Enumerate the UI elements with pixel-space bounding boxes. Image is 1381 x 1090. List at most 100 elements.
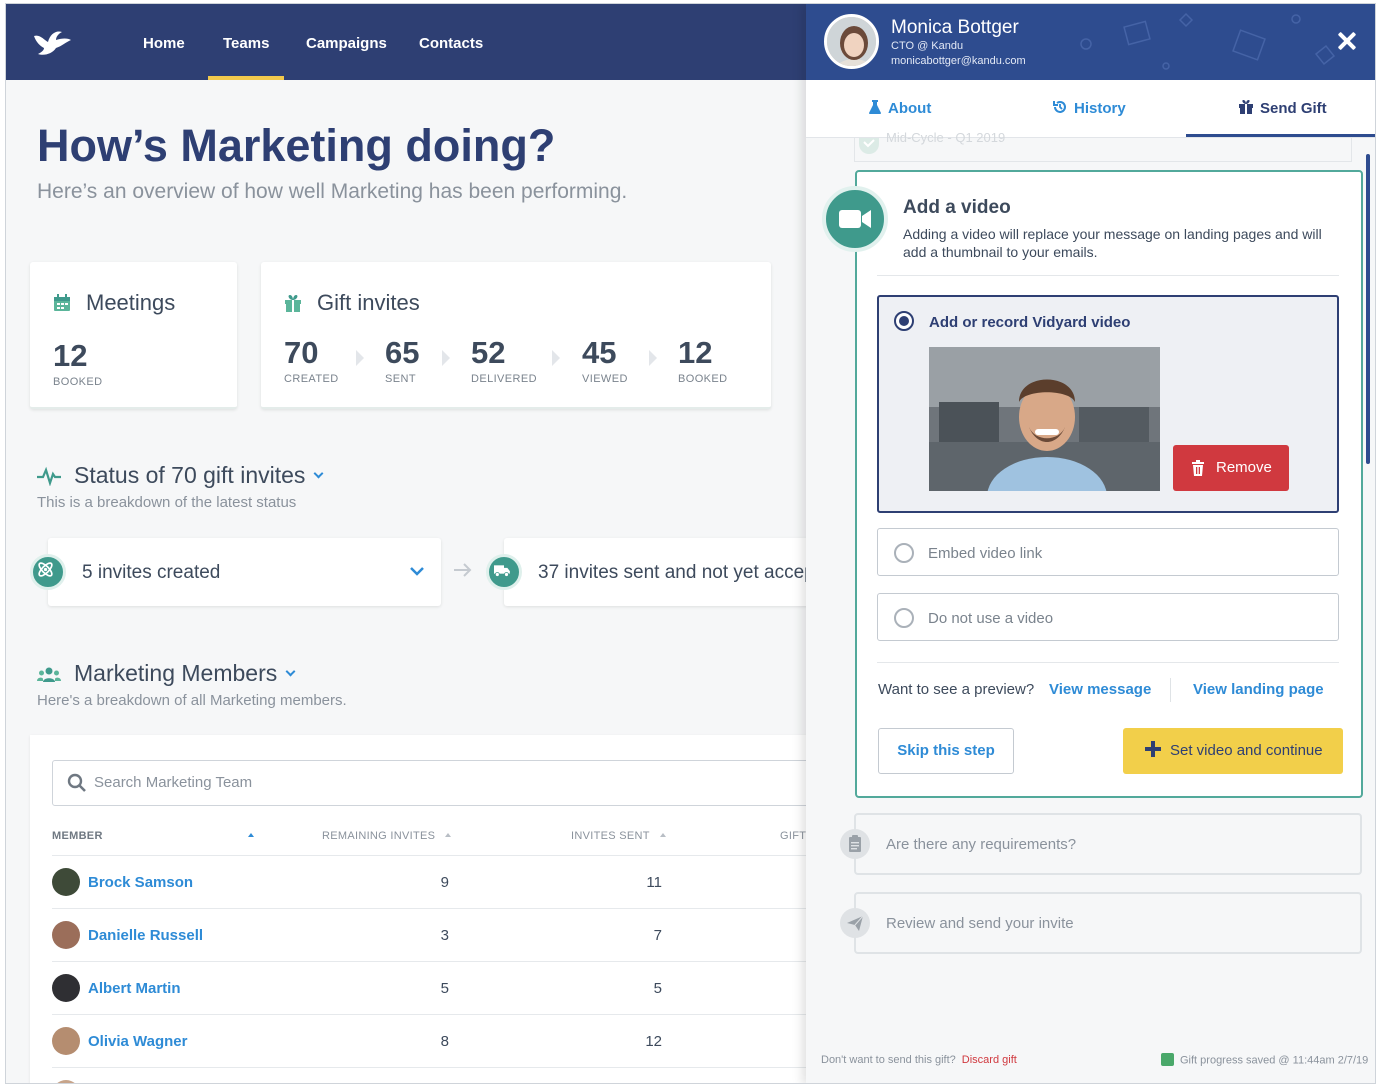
status-section-title[interactable]: Status of 70 gift invites: [74, 462, 324, 489]
gift-invites-card: Gift invites 70 CREATED 65 SENT 52 DELIV…: [261, 262, 771, 409]
row-divider: [52, 1067, 832, 1068]
chevron-right-icon: [552, 350, 560, 366]
chevron-down-icon[interactable]: [313, 468, 324, 479]
status-card-created-text: 5 invites created: [82, 562, 221, 583]
col-invites-sent[interactable]: INVITES SENT: [571, 830, 666, 842]
remove-button[interactable]: Remove: [1173, 445, 1289, 491]
row-divider: [52, 855, 832, 856]
nav-teams[interactable]: Teams: [207, 4, 285, 80]
view-message-link[interactable]: View message: [1049, 681, 1151, 698]
col-gift[interactable]: GIFT: [780, 830, 806, 842]
scrollbar[interactable]: [1366, 154, 1370, 464]
status-card-created[interactable]: 5 invites created: [48, 538, 441, 606]
paper-plane-icon: [840, 908, 870, 938]
metric-created-value: 70: [284, 335, 319, 370]
preview-question: Want to see a preview?: [878, 681, 1035, 698]
divider: [877, 275, 1339, 276]
col-member[interactable]: MEMBER: [52, 830, 254, 842]
metric-created-label: CREATED: [284, 373, 339, 385]
sort-icon[interactable]: [445, 833, 452, 837]
col-remaining-invites[interactable]: REMAINING INVITES: [322, 830, 452, 842]
meetings-card: Meetings 12 BOOKED: [30, 262, 237, 409]
users-icon: [37, 667, 61, 682]
contact-avatar: [824, 14, 879, 69]
step-requirements[interactable]: Are there any requirements?: [854, 813, 1362, 875]
view-landing-page-link[interactable]: View landing page: [1193, 681, 1324, 698]
drawer-header: Monica Bottger CTO @ Kandu monicabottger…: [806, 4, 1375, 80]
metric-sent: 65 SENT: [385, 335, 419, 385]
metric-delivered-label: DELIVERED: [471, 373, 537, 385]
member-name-link[interactable]: Olivia Wagner: [88, 1033, 187, 1050]
tab-history[interactable]: History: [1052, 80, 1126, 138]
gift-invites-title: Gift invites: [317, 290, 420, 315]
discard-prompt: Don't want to send this gift? Discard gif…: [821, 1054, 1017, 1066]
page-subtitle: Here’s an overview of how well Marketing…: [37, 180, 628, 203]
radio-vidyard-video[interactable]: [894, 311, 914, 331]
app-window: Home Teams Campaigns Contacts How’s Mark…: [5, 3, 1376, 1084]
chevron-right-icon: [442, 350, 450, 366]
discard-gift-link[interactable]: Discard gift: [962, 1054, 1017, 1066]
step-title: Add a video: [903, 197, 1011, 218]
truck-icon: [486, 554, 522, 590]
nav-home[interactable]: Home: [143, 4, 185, 80]
metric-viewed-value: 45: [582, 335, 617, 370]
video-thumbnail[interactable]: [929, 347, 1160, 491]
gift-icon: [1239, 100, 1253, 115]
close-icon[interactable]: [1336, 30, 1358, 52]
divider: [1170, 678, 1171, 702]
metric-delivered: 52 DELIVERED: [471, 335, 537, 385]
step-review-send-label: Review and send your invite: [886, 915, 1074, 932]
member-name-link[interactable]: Albert Martin: [88, 980, 181, 997]
remaining-invites-value: 3: [440, 927, 449, 944]
member-name-link[interactable]: Danielle Russell: [88, 927, 203, 944]
meetings-value: 12: [53, 338, 88, 373]
clipboard-icon: [840, 829, 870, 859]
remaining-invites-value: 8: [440, 1033, 449, 1050]
plus-icon: [1145, 741, 1161, 757]
chevron-right-icon: [356, 350, 364, 366]
step-review-send[interactable]: Review and send your invite: [854, 892, 1362, 954]
calendar-icon: [54, 294, 70, 311]
radio-no-video[interactable]: [894, 608, 914, 628]
metric-booked-label: BOOKED: [678, 373, 728, 385]
radio-embed-link[interactable]: [894, 543, 914, 563]
bird-logo-icon[interactable]: [32, 28, 72, 58]
meetings-label: BOOKED: [53, 376, 103, 388]
remaining-invites-value: 9: [440, 874, 449, 891]
members-section-title[interactable]: Marketing Members: [74, 660, 296, 687]
nav-campaigns[interactable]: Campaigns: [306, 4, 387, 80]
atom-icon: [30, 554, 66, 590]
chevron-down-icon[interactable]: [285, 666, 296, 677]
contact-name: Monica Bottger: [891, 17, 1019, 38]
metric-delivered-value: 52: [471, 335, 506, 370]
tab-history-label: History: [1074, 100, 1126, 117]
row-divider: [52, 961, 832, 962]
check-icon: [859, 138, 879, 154]
sort-icon[interactable]: [659, 833, 666, 837]
invites-sent-value: 12: [645, 1033, 662, 1050]
chevron-right-icon: [649, 350, 657, 366]
pulse-icon: [37, 466, 61, 486]
tab-send-gift[interactable]: Send Gift: [1238, 80, 1327, 138]
contact-role: CTO @ Kandu: [891, 40, 964, 52]
member-name-link[interactable]: Brock Samson: [88, 874, 193, 891]
members-section-subtitle: Here's a breakdown of all Marketing memb…: [37, 692, 347, 709]
col-member-label: MEMBER: [52, 830, 103, 842]
chevron-down-icon[interactable]: [410, 566, 424, 576]
invites-sent-value: 7: [653, 927, 662, 944]
nav-contacts[interactable]: Contacts: [419, 4, 483, 80]
active-tab-indicator: [1186, 134, 1375, 137]
gift-icon: [285, 295, 301, 312]
avatar: [52, 1080, 80, 1083]
set-video-continue-button[interactable]: Set video and continue: [1123, 728, 1343, 774]
metric-viewed: 45 VIEWED: [582, 335, 628, 385]
sort-icon[interactable]: [247, 833, 254, 837]
skip-step-button[interactable]: Skip this step: [878, 728, 1014, 774]
option-embed-label: Embed video link: [928, 545, 1043, 562]
status-card-sent[interactable]: 37 invites sent and not yet accep: [504, 538, 834, 606]
invites-sent-value: 11: [646, 874, 662, 891]
save-icon: [1161, 1053, 1174, 1066]
tab-send-gift-label: Send Gift: [1260, 100, 1327, 117]
search-input[interactable]: Search Marketing Team: [52, 760, 832, 806]
members-section-title-text: Marketing Members: [74, 660, 278, 686]
